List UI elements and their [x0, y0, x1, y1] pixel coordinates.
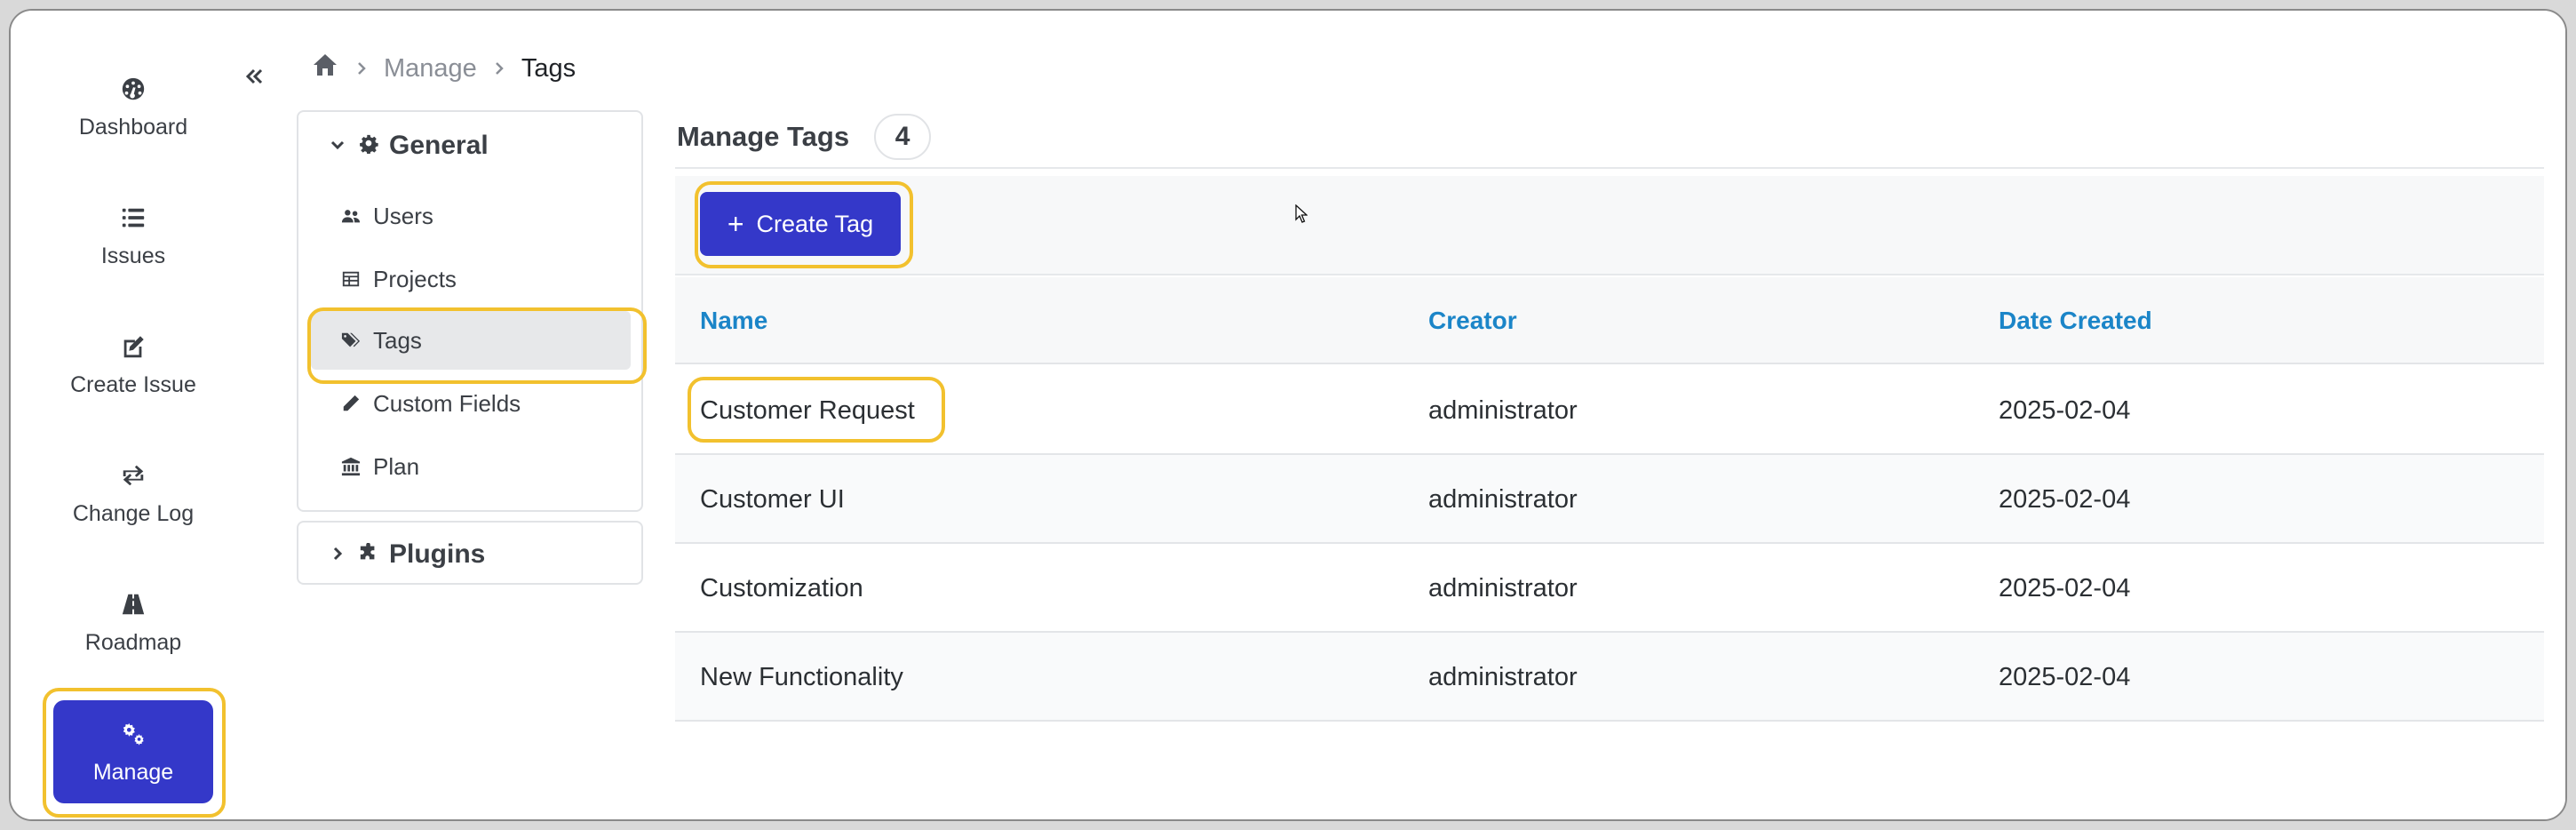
- chevron-right-icon: [477, 54, 521, 84]
- nav-item-dashboard[interactable]: Dashboard: [53, 55, 213, 158]
- nav-label: Manage: [92, 759, 174, 785]
- subnav-item-label: Users: [373, 202, 433, 229]
- nav-item-manage[interactable]: Manage: [53, 700, 213, 803]
- main-header: Manage Tags 4: [677, 110, 932, 164]
- edit-icon: [120, 331, 147, 362]
- list-icon: [120, 203, 147, 233]
- column-header-name[interactable]: Name: [700, 277, 767, 364]
- double-chevron-left-icon: [245, 68, 263, 84]
- cell-creator: administrator: [1428, 573, 1578, 603]
- subnav-item-label: Tags: [373, 326, 422, 354]
- nav-label: Dashboard: [78, 114, 188, 140]
- change-log-icon: [120, 460, 147, 491]
- table-row[interactable]: Customer Request administrator 2025-02-0…: [675, 366, 2544, 455]
- group-plugins-label: Plugins: [389, 539, 486, 569]
- subnav-item-tags[interactable]: Tags: [311, 311, 631, 370]
- mouse-cursor-icon: [1295, 204, 1308, 223]
- column-header-date-created[interactable]: Date Created: [1999, 277, 2152, 364]
- cell-date-created: 2025-02-04: [1999, 395, 2131, 425]
- home-icon[interactable]: [311, 51, 339, 86]
- nav-item-change-log[interactable]: Change Log: [53, 442, 213, 545]
- cell-date-created: 2025-02-04: [1999, 662, 2131, 691]
- users-icon: [341, 210, 361, 223]
- collapse-sidebar-button[interactable]: [233, 55, 275, 98]
- app-window: Dashboard Issues Create Issue Change Log: [9, 9, 2567, 821]
- breadcrumb: Manage Tags: [311, 51, 576, 86]
- cell-name[interactable]: Customization: [700, 544, 863, 633]
- chevron-right-icon: [329, 539, 359, 570]
- group-plugins-toggle[interactable]: Plugins: [329, 537, 485, 572]
- cell-creator: administrator: [1428, 395, 1578, 425]
- cell-creator: administrator: [1428, 484, 1578, 514]
- roadmap-icon: [120, 589, 147, 619]
- nav-label: Roadmap: [84, 629, 182, 655]
- table-header: Name Creator Date Created: [675, 277, 2544, 364]
- breadcrumb-tags: Tags: [521, 53, 576, 83]
- gears-icon: [120, 719, 147, 749]
- nav-item-issues[interactable]: Issues: [53, 184, 213, 287]
- subnav-item-label: Plan: [373, 452, 420, 480]
- nav-item-roadmap[interactable]: Roadmap: [53, 571, 213, 674]
- table-row[interactable]: Customer UI administrator 2025-02-04: [675, 455, 2544, 544]
- group-general-label: General: [389, 131, 489, 160]
- nav-label: Change Log: [72, 500, 195, 526]
- subnav-item-users[interactable]: Users: [311, 187, 631, 245]
- tag-count-badge: 4: [874, 114, 932, 160]
- table-row[interactable]: Customization administrator 2025-02-04: [675, 544, 2544, 633]
- header-divider: [675, 167, 2544, 169]
- bank-icon: [341, 457, 361, 476]
- plus-icon: +: [727, 208, 744, 240]
- cell-name[interactable]: New Functionality: [700, 633, 903, 722]
- toolbar: + Create Tag: [675, 176, 2544, 275]
- group-general-toggle[interactable]: General: [329, 128, 489, 164]
- pencil-icon: [343, 395, 360, 411]
- tags-icon: [341, 332, 361, 347]
- cell-date-created: 2025-02-04: [1999, 573, 2131, 603]
- breadcrumb-manage[interactable]: Manage: [384, 54, 477, 84]
- nav-item-create-issue[interactable]: Create Issue: [53, 313, 213, 416]
- subnav-item-label: Projects: [373, 265, 457, 292]
- chevron-down-icon: [329, 131, 359, 161]
- subnav-item-projects[interactable]: Projects: [311, 250, 631, 308]
- create-tag-label: Create Tag: [756, 210, 874, 237]
- cell-date-created: 2025-02-04: [1999, 484, 2131, 514]
- column-header-creator[interactable]: Creator: [1428, 277, 1517, 364]
- table-icon: [342, 271, 360, 287]
- settings-subnav: General Users Projects Tags Custom Field…: [297, 110, 643, 512]
- main-nav: Dashboard Issues Create Issue Change Log: [11, 11, 258, 819]
- cell-name[interactable]: Customer Request: [700, 366, 915, 455]
- puzzle-icon: [359, 539, 389, 570]
- subnav-item-label: Custom Fields: [373, 389, 521, 417]
- create-tag-button[interactable]: + Create Tag: [700, 192, 901, 256]
- nav-label: Issues: [100, 243, 166, 268]
- nav-label: Create Issue: [70, 371, 196, 397]
- cell-creator: administrator: [1428, 662, 1578, 691]
- subnav-item-plan[interactable]: Plan: [311, 437, 631, 496]
- group-plugins: Plugins: [297, 521, 643, 585]
- dashboard-icon: [120, 74, 147, 104]
- page-title: Manage Tags: [677, 121, 850, 152]
- cell-name[interactable]: Customer UI: [700, 455, 845, 544]
- subnav-item-custom-fields[interactable]: Custom Fields: [311, 374, 631, 433]
- content-area: Manage Tags General Users Projects Tags …: [258, 11, 2565, 819]
- chevron-right-icon: [339, 54, 384, 84]
- gear-icon: [359, 131, 389, 161]
- table-row[interactable]: New Functionality administrator 2025-02-…: [675, 633, 2544, 722]
